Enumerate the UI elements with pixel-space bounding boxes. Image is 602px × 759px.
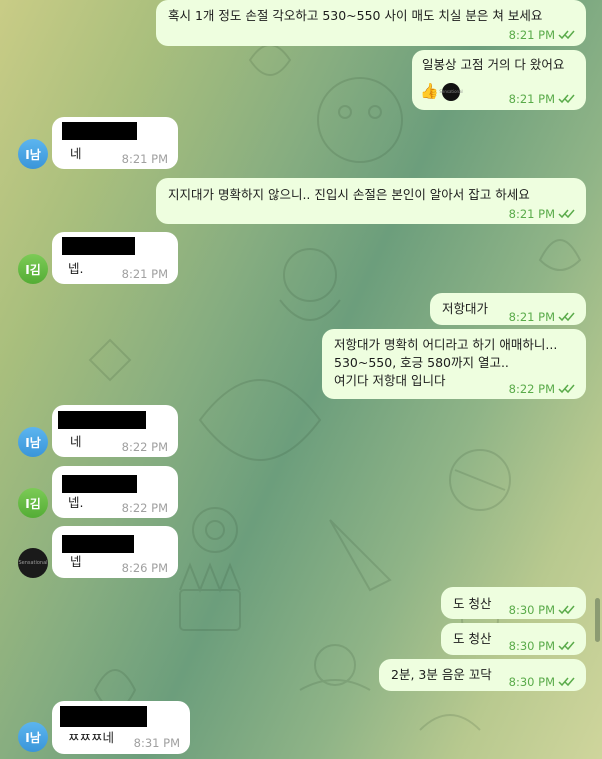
message-time: 8:22 PM [508,382,555,396]
redacted-sender-name [62,237,135,255]
message-text: 지지대가 명확하지 않으니.. 진입시 손절은 본인이 알아서 잡고 하세요 [168,187,530,202]
redacted-sender-name [62,475,137,493]
message-time: 8:30 PM [508,639,555,653]
scrollbar-track[interactable] [595,0,600,759]
message-text: 도 청산 [453,631,492,646]
message-text: 넵. [68,261,84,276]
incoming-message-bubble[interactable]: ㅉㅉㅉ네 8:31 PM [52,701,190,754]
message-time: 8:21 PM [508,207,555,221]
redacted-sender-name [58,411,146,429]
sender-avatar[interactable]: I남 [18,722,48,752]
message-text: 혹시 1개 정도 손절 각오하고 530~550 사이 매도 치실 분은 쳐 보… [168,8,543,23]
message-text: 도 청산 [453,596,492,611]
sender-avatar[interactable]: Sensational [18,548,48,578]
double-check-icon [558,312,575,322]
outgoing-message-bubble[interactable]: 저항대가 8:21 PM [430,293,586,325]
sticker-avatar-icon: Sensational [439,83,463,101]
message-meta: 8:30 PM [509,673,578,691]
outgoing-message-bubble[interactable]: 도 청산 8:30 PM [441,587,586,619]
outgoing-message-bubble[interactable]: 일봉상 고점 거의 다 왔어요 👍 Sensational 8:21 PM [412,50,586,110]
double-check-icon [558,677,575,687]
outgoing-message-bubble[interactable]: 지지대가 명확하지 않으니.. 진입시 손절은 본인이 알아서 잡고 하세요 8… [156,178,586,224]
incoming-message-bubble[interactable]: 네 8:22 PM [52,405,178,457]
message-meta: 8:30 PM [509,601,578,619]
message-time: 8:26 PM [121,561,168,575]
message-time: 8:30 PM [508,675,555,689]
message-meta: 8:21 PM [509,308,578,326]
message-text: 네 [70,434,82,449]
message-time: 8:21 PM [508,310,555,324]
sender-avatar[interactable]: I김 [18,488,48,518]
redacted-sender-name [60,706,147,727]
message-text-line: 530~550, 호긍 580까지 열고.. [334,355,509,370]
redacted-sender-name [62,122,137,140]
thumbs-up-emoji: 👍 [420,82,439,100]
message-text: 저항대가 [442,301,489,316]
message-meta: 8:21 PM [509,205,578,223]
sender-avatar[interactable]: I김 [18,254,48,284]
double-check-icon [558,605,575,615]
double-check-icon [558,94,575,104]
incoming-message-bubble[interactable]: 넵 8:26 PM [52,526,178,578]
double-check-icon [558,641,575,651]
message-time: 8:21 PM [508,92,555,106]
message-time: 8:22 PM [121,440,168,454]
message-text: 일봉상 고점 거의 다 왔어요 [422,57,565,72]
message-text: ㅉㅉㅉ네 [68,730,115,745]
sender-avatar[interactable]: I남 [18,427,48,457]
message-text: 2분, 3분 음운 꼬닥 [391,667,492,682]
outgoing-message-bubble[interactable]: 저항대가 명확히 어디라고 하기 애매하니... 530~550, 호긍 580… [322,329,586,399]
message-text-line: 여기다 저항대 입니다 [334,373,446,388]
scrollbar-thumb[interactable] [595,598,600,642]
message-text: 네 [70,146,82,161]
message-time: 8:22 PM [121,501,168,515]
message-time: 8:21 PM [508,28,555,42]
outgoing-message-bubble[interactable]: 2분, 3분 음운 꼬닥 8:30 PM [379,659,586,691]
sender-avatar[interactable]: I남 [18,139,48,169]
message-meta: 8:22 PM [509,380,578,398]
message-text: 넵 [70,554,82,569]
message-text: 넵. [68,495,84,510]
message-meta: 8:21 PM [509,90,578,108]
redacted-sender-name [62,535,134,553]
message-time: 8:21 PM [121,267,168,281]
incoming-message-bubble[interactable]: 네 8:21 PM [52,117,178,169]
message-meta: 8:21 PM [509,26,578,44]
message-meta: 8:30 PM [509,637,578,655]
double-check-icon [558,209,575,219]
incoming-message-bubble[interactable]: 넵. 8:22 PM [52,466,178,518]
message-text-line: 저항대가 명확히 어디라고 하기 애매하니... [334,337,558,352]
double-check-icon [558,384,575,394]
message-time: 8:31 PM [133,736,180,750]
outgoing-message-bubble[interactable]: 혹시 1개 정도 손절 각오하고 530~550 사이 매도 치실 분은 쳐 보… [156,0,586,46]
incoming-message-bubble[interactable]: 넵. 8:21 PM [52,232,178,284]
message-time: 8:21 PM [121,152,168,166]
outgoing-message-bubble[interactable]: 도 청산 8:30 PM [441,623,586,655]
message-time: 8:30 PM [508,603,555,617]
double-check-icon [558,30,575,40]
